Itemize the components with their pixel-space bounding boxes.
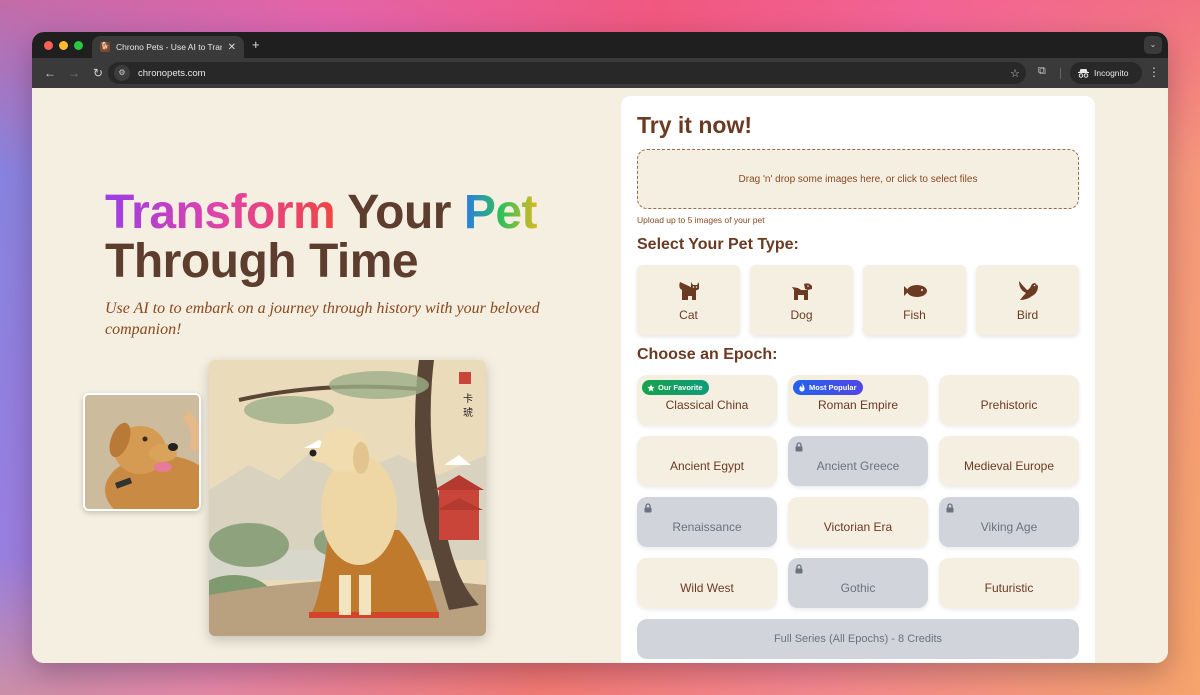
browser-window: 🐕 Chrono Pets - Use AI to Trans ✕ + ⌄ ← … — [32, 32, 1168, 663]
close-tab-icon[interactable]: ✕ — [228, 42, 236, 53]
panel-title: Try it now! — [637, 112, 752, 138]
hero-title-your: Your — [335, 186, 464, 239]
extensions-puzzle-icon[interactable]: ⧉ — [1038, 65, 1046, 78]
browser-menu-kebab-icon[interactable]: ⋮ — [1148, 65, 1160, 79]
epoch-label: Ancient Egypt — [669, 459, 745, 473]
hero-title-line2: Through Time — [105, 235, 419, 288]
bird-icon — [1018, 281, 1038, 300]
dog-icon — [791, 283, 812, 300]
window-controls — [44, 41, 83, 50]
epoch-option-futuristic[interactable]: Futuristic — [939, 558, 1079, 608]
site-settings-icon[interactable]: ⚙ — [114, 65, 130, 81]
pet-option-dog[interactable]: Dog — [750, 265, 853, 335]
tab-search-chevron-down-icon[interactable]: ⌄ — [1144, 36, 1162, 54]
epoch-option-prehistoric[interactable]: Prehistoric — [939, 375, 1079, 425]
incognito-indicator[interactable]: Incognito — [1070, 62, 1142, 84]
star-icon — [647, 383, 655, 391]
page-content: Transform Your Pet Through Time Use AI t… — [32, 88, 1168, 663]
pet-type-options: Cat Dog Fish Bird — [637, 265, 1079, 335]
epoch-heading: Choose an Epoch: — [637, 346, 778, 363]
before-pet-photo — [83, 393, 201, 511]
new-tab-button[interactable]: + — [252, 37, 260, 52]
badge-label: Most Popular — [809, 383, 857, 392]
url-text[interactable]: chronopets.com — [138, 68, 1002, 79]
epoch-label: Gothic — [840, 581, 876, 595]
svg-text:卡: 卡 — [463, 392, 473, 405]
bookmark-star-icon[interactable]: ☆ — [1010, 67, 1020, 80]
fire-icon — [799, 383, 805, 392]
epoch-label: Medieval Europe — [963, 459, 1055, 473]
full-series-label: Full Series (All Epochs) - 8 Credits — [773, 633, 943, 645]
lock-icon — [795, 564, 803, 574]
most-popular-badge: Most Popular — [793, 380, 863, 395]
hero-title-transform: Transform — [105, 186, 336, 239]
epoch-label: Victorian Era — [823, 520, 893, 534]
pet-label: Bird — [1016, 308, 1039, 322]
lock-icon — [795, 442, 803, 452]
back-arrow-icon[interactable]: ← — [40, 63, 60, 83]
image-dropzone[interactable]: Drag 'n' drop some images here, or click… — [637, 149, 1079, 209]
epoch-label: Wild West — [680, 581, 734, 595]
classical-china-dog-painting-illustration: 卡 琥 — [209, 360, 486, 636]
browser-toolbar: ← → ↻ ⚙ chronopets.com ☆ ⧉ Incognito ⋮ — [32, 58, 1168, 88]
epoch-label: Roman Empire — [817, 398, 899, 412]
badge-label: Our Favorite — [658, 383, 703, 392]
pet-label: Fish — [903, 308, 926, 322]
after-pet-artwork: 卡 琥 — [209, 360, 486, 636]
close-window-button[interactable] — [44, 41, 53, 50]
lock-icon — [644, 503, 652, 513]
epoch-option-classical-china[interactable]: Our Favorite Classical China — [637, 375, 777, 425]
cat-icon — [678, 282, 699, 300]
lock-icon — [946, 503, 954, 513]
address-bar[interactable]: ⚙ chronopets.com ☆ — [108, 62, 1026, 84]
maximize-window-button[interactable] — [74, 41, 83, 50]
golden-retriever-photo-illustration — [85, 395, 199, 509]
hero-title-pet: Pet — [463, 186, 538, 239]
fish-icon — [903, 285, 927, 297]
pet-type-heading: Select Your Pet Type: — [637, 236, 799, 253]
epoch-option-victorian-era[interactable]: Victorian Era — [788, 497, 928, 547]
incognito-label: Incognito — [1094, 68, 1129, 78]
pet-option-cat[interactable]: Cat — [637, 265, 740, 335]
incognito-icon — [1078, 69, 1089, 78]
svg-text:琥: 琥 — [463, 407, 473, 419]
epoch-option-ancient-egypt[interactable]: Ancient Egypt — [637, 436, 777, 486]
dog-favicon-icon: 🐕 — [100, 42, 110, 52]
browser-tab-active[interactable]: 🐕 Chrono Pets - Use AI to Trans ✕ — [92, 36, 244, 58]
epoch-label: Classical China — [665, 398, 749, 412]
pet-option-fish[interactable]: Fish — [863, 265, 966, 335]
upload-hint: Upload up to 5 images of your pet — [637, 215, 765, 225]
full-series-button[interactable]: Full Series (All Epochs) - 8 Credits — [637, 619, 1079, 659]
epoch-label: Viking Age — [980, 520, 1038, 534]
epoch-option-medieval-europe[interactable]: Medieval Europe — [939, 436, 1079, 486]
epoch-option-wild-west[interactable]: Wild West — [637, 558, 777, 608]
hero-subtitle: Use AI to to embark on a journey through… — [105, 300, 540, 338]
forward-arrow-icon[interactable]: → — [64, 63, 84, 83]
reload-icon[interactable]: ↻ — [88, 63, 108, 83]
hero-title: Transform Your Pet Through Time — [105, 186, 538, 288]
pet-option-bird[interactable]: Bird — [976, 265, 1079, 335]
pet-label: Cat — [679, 308, 698, 322]
epoch-label: Prehistoric — [980, 398, 1038, 412]
epoch-label: Renaissance — [672, 520, 742, 534]
epoch-label: Futuristic — [984, 581, 1034, 595]
toolbar-divider — [1060, 68, 1061, 79]
tab-bar: 🐕 Chrono Pets - Use AI to Trans ✕ + ⌄ — [32, 32, 1168, 58]
epoch-option-ancient-greece[interactable]: Ancient Greece — [788, 436, 928, 486]
try-it-panel: Try it now! Drag 'n' drop some images he… — [621, 96, 1095, 663]
minimize-window-button[interactable] — [59, 41, 68, 50]
epoch-label: Ancient Greece — [816, 459, 900, 473]
tab-title: Chrono Pets - Use AI to Trans — [116, 42, 222, 52]
epoch-option-roman-empire[interactable]: Most Popular Roman Empire — [788, 375, 928, 425]
epoch-option-gothic[interactable]: Gothic — [788, 558, 928, 608]
dropzone-text: Drag 'n' drop some images here, or click… — [738, 173, 978, 185]
our-favorite-badge: Our Favorite — [642, 380, 709, 395]
epoch-options: Our Favorite Classical China Most Popula… — [637, 375, 1079, 608]
epoch-option-viking-age[interactable]: Viking Age — [939, 497, 1079, 547]
pet-label: Dog — [790, 308, 813, 322]
epoch-option-renaissance[interactable]: Renaissance — [637, 497, 777, 547]
